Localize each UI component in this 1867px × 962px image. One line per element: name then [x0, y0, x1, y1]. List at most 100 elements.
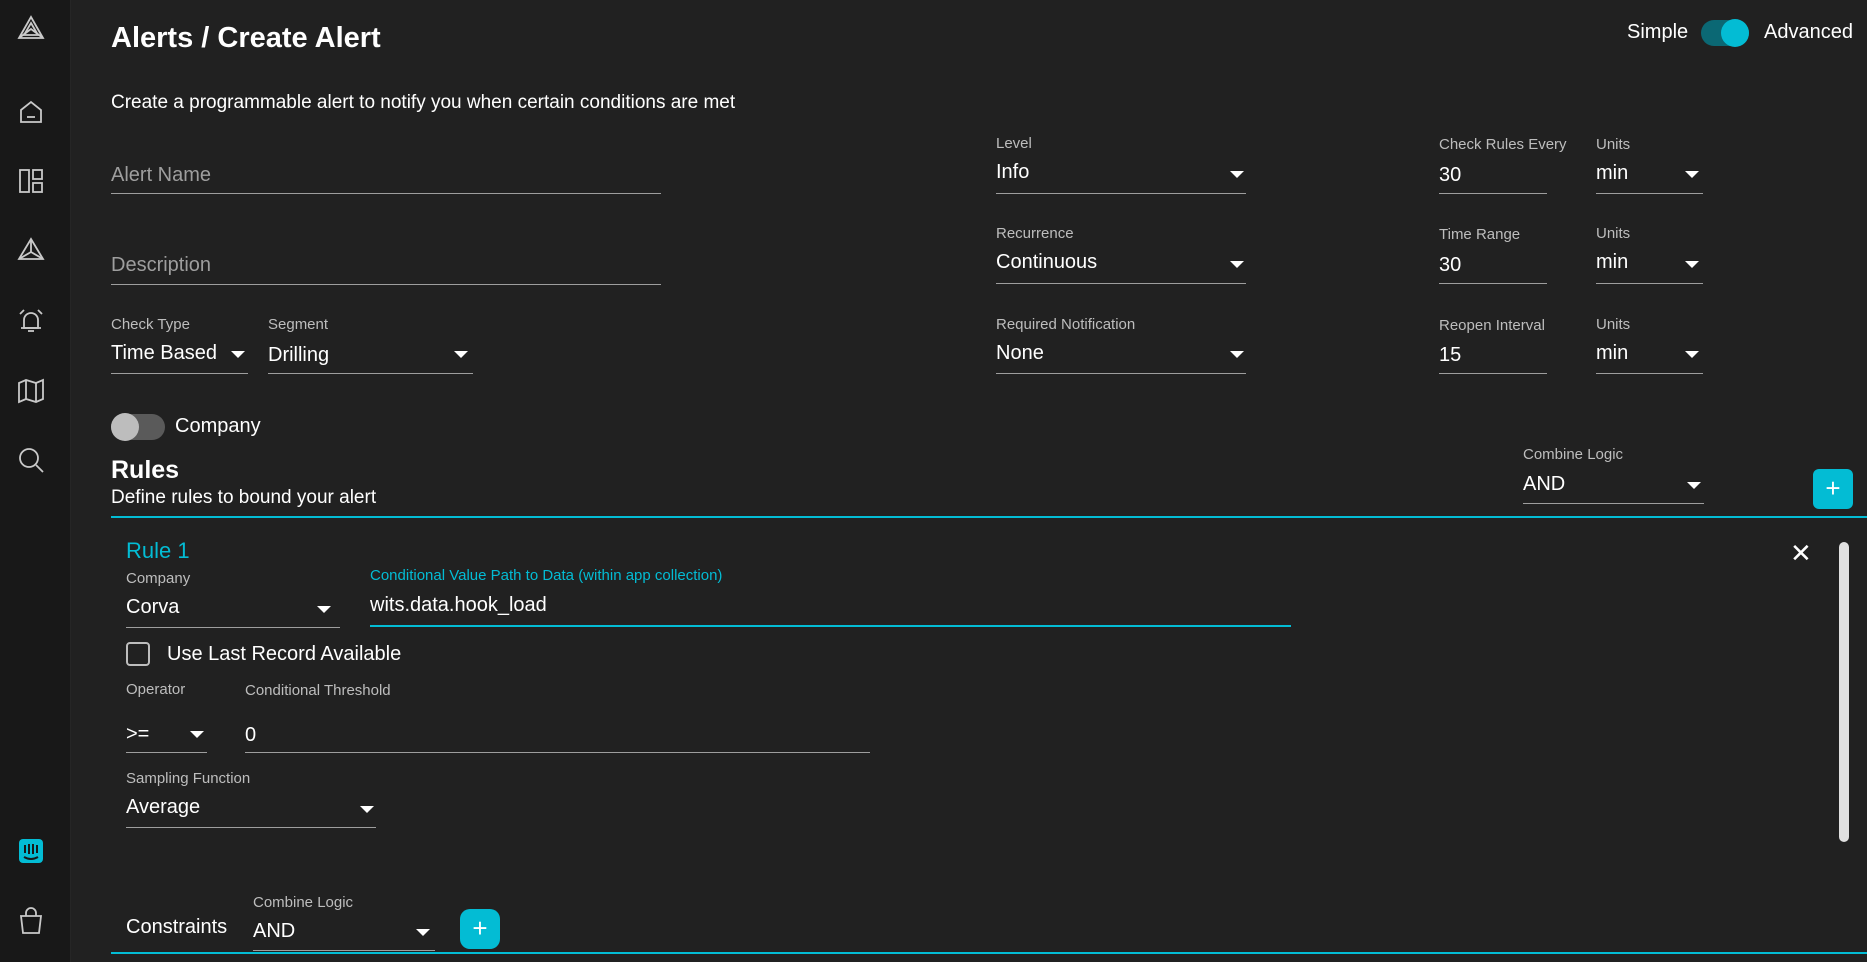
- page-description: Create a programmable alert to notify yo…: [111, 92, 736, 113]
- check-rules-every-input[interactable]: 30: [1439, 164, 1461, 187]
- scrollbar-thumb[interactable]: [1839, 542, 1849, 842]
- mode-toggle[interactable]: [1701, 19, 1749, 47]
- chevron-down-icon[interactable]: [1230, 351, 1244, 358]
- check-rules-every-label: Check Rules Every: [1439, 136, 1567, 153]
- chevron-down-icon[interactable]: [317, 606, 331, 613]
- segment-label: Segment: [268, 316, 329, 333]
- constraints-combine-logic-label: Combine Logic: [253, 894, 354, 911]
- required-notification-underline: [996, 373, 1246, 374]
- rules-subtitle: Define rules to bound your alert: [111, 487, 377, 508]
- rules-combine-logic-underline: [1523, 503, 1704, 504]
- chevron-down-icon[interactable]: [1685, 171, 1699, 178]
- chevron-down-icon[interactable]: [1687, 482, 1701, 489]
- rule-company-label: Company: [126, 570, 191, 587]
- time-range-units-underline: [1596, 283, 1703, 284]
- reopen-interval-underline: [1439, 373, 1547, 374]
- constraints-divider: [111, 952, 1867, 954]
- alert-name-input[interactable]: Alert Name: [111, 164, 211, 187]
- threshold-underline: [245, 752, 870, 753]
- main-content: Alerts / Create Alert Create a programma…: [71, 0, 1867, 962]
- alarm-icon[interactable]: [14, 304, 48, 338]
- apps-icon[interactable]: [14, 234, 48, 268]
- rule-title: Rule 1: [126, 538, 190, 563]
- chevron-down-icon[interactable]: [1685, 261, 1699, 268]
- sidebar: [0, 0, 71, 962]
- description-input[interactable]: Description: [111, 254, 211, 277]
- rules-combine-logic-label: Combine Logic: [1523, 446, 1624, 463]
- rule-path-underline: [370, 625, 1291, 627]
- chevron-down-icon[interactable]: [454, 351, 468, 358]
- check-type-label: Check Type: [111, 316, 190, 333]
- time-range-underline: [1439, 283, 1547, 284]
- shopping-bag-icon[interactable]: [14, 904, 48, 938]
- rule-company-select[interactable]: Corva: [126, 596, 179, 619]
- units-label: Units: [1596, 136, 1631, 153]
- required-notification-label: Required Notification: [996, 316, 1136, 333]
- description-underline: [111, 284, 661, 285]
- reopen-interval-units-select[interactable]: min: [1596, 342, 1628, 365]
- chevron-down-icon[interactable]: [1230, 171, 1244, 178]
- rules-divider: [111, 516, 1867, 518]
- required-notification-select[interactable]: None: [996, 342, 1044, 365]
- mode-simple-label: Simple: [1627, 21, 1689, 43]
- chevron-down-icon[interactable]: [190, 731, 204, 738]
- chevron-down-icon[interactable]: [1685, 351, 1699, 358]
- check-rules-units-underline: [1596, 193, 1703, 194]
- check-rules-units-select[interactable]: min: [1596, 162, 1628, 185]
- recurrence-label: Recurrence: [996, 225, 1074, 242]
- rule-path-input[interactable]: wits.data.hook_load: [370, 594, 547, 617]
- company-toggle[interactable]: [111, 413, 165, 441]
- logo-icon[interactable]: [14, 12, 48, 46]
- level-label: Level: [996, 135, 1032, 152]
- time-range-label: Time Range: [1439, 226, 1521, 243]
- mode-toggle-knob: [1721, 19, 1749, 47]
- constraints-label: Constraints: [126, 916, 228, 938]
- time-range-units-select[interactable]: min: [1596, 251, 1628, 274]
- add-rule-button[interactable]: +: [1813, 469, 1853, 509]
- rule-path-label: Conditional Value Path to Data (within a…: [370, 567, 723, 584]
- segment-underline: [268, 373, 473, 374]
- recurrence-underline: [996, 283, 1246, 284]
- chevron-down-icon[interactable]: [1230, 261, 1244, 268]
- rules-title: Rules: [111, 456, 180, 484]
- company-toggle-knob: [111, 413, 139, 441]
- rules-combine-logic-select[interactable]: AND: [1523, 473, 1565, 496]
- threshold-input[interactable]: 0: [245, 724, 256, 747]
- operator-underline: [126, 752, 207, 753]
- reopen-interval-input[interactable]: 15: [1439, 344, 1461, 367]
- add-constraint-button[interactable]: +: [460, 909, 500, 949]
- company-toggle-label: Company: [175, 415, 261, 437]
- reopen-interval-units-underline: [1596, 373, 1703, 374]
- use-last-record-checkbox[interactable]: [126, 642, 150, 666]
- intercom-icon[interactable]: [14, 834, 48, 868]
- sampling-select[interactable]: Average: [126, 796, 200, 819]
- check-type-underline: [111, 373, 248, 374]
- constraints-combine-logic-underline: [253, 950, 435, 951]
- map-icon[interactable]: [14, 374, 48, 408]
- use-last-record-label: Use Last Record Available: [167, 643, 402, 665]
- time-range-input[interactable]: 30: [1439, 254, 1461, 277]
- sampling-label: Sampling Function: [126, 770, 251, 787]
- page-title: Alerts / Create Alert: [111, 22, 381, 54]
- chevron-down-icon[interactable]: [416, 929, 430, 936]
- recurrence-select[interactable]: Continuous: [996, 251, 1097, 274]
- constraints-combine-logic-select[interactable]: AND: [253, 920, 295, 943]
- check-rules-every-underline: [1439, 193, 1547, 194]
- segment-select[interactable]: Drilling: [268, 344, 329, 367]
- level-select[interactable]: Info: [996, 161, 1029, 184]
- units-label: Units: [1596, 316, 1631, 333]
- home-icon[interactable]: [14, 95, 48, 129]
- operator-label: Operator: [126, 681, 186, 698]
- sampling-underline: [126, 827, 376, 828]
- chevron-down-icon[interactable]: [360, 806, 374, 813]
- close-icon[interactable]: ✕: [1790, 538, 1812, 569]
- mode-advanced-label: Advanced: [1764, 21, 1853, 43]
- search-icon[interactable]: [14, 443, 48, 477]
- check-type-select[interactable]: Time Based: [111, 342, 217, 365]
- reopen-interval-label: Reopen Interval: [1439, 317, 1545, 334]
- operator-select[interactable]: >=: [126, 723, 149, 746]
- dashboard-icon[interactable]: [14, 164, 48, 198]
- chevron-down-icon[interactable]: [231, 351, 245, 358]
- threshold-label: Conditional Threshold: [245, 682, 391, 699]
- rule-company-underline: [126, 627, 340, 628]
